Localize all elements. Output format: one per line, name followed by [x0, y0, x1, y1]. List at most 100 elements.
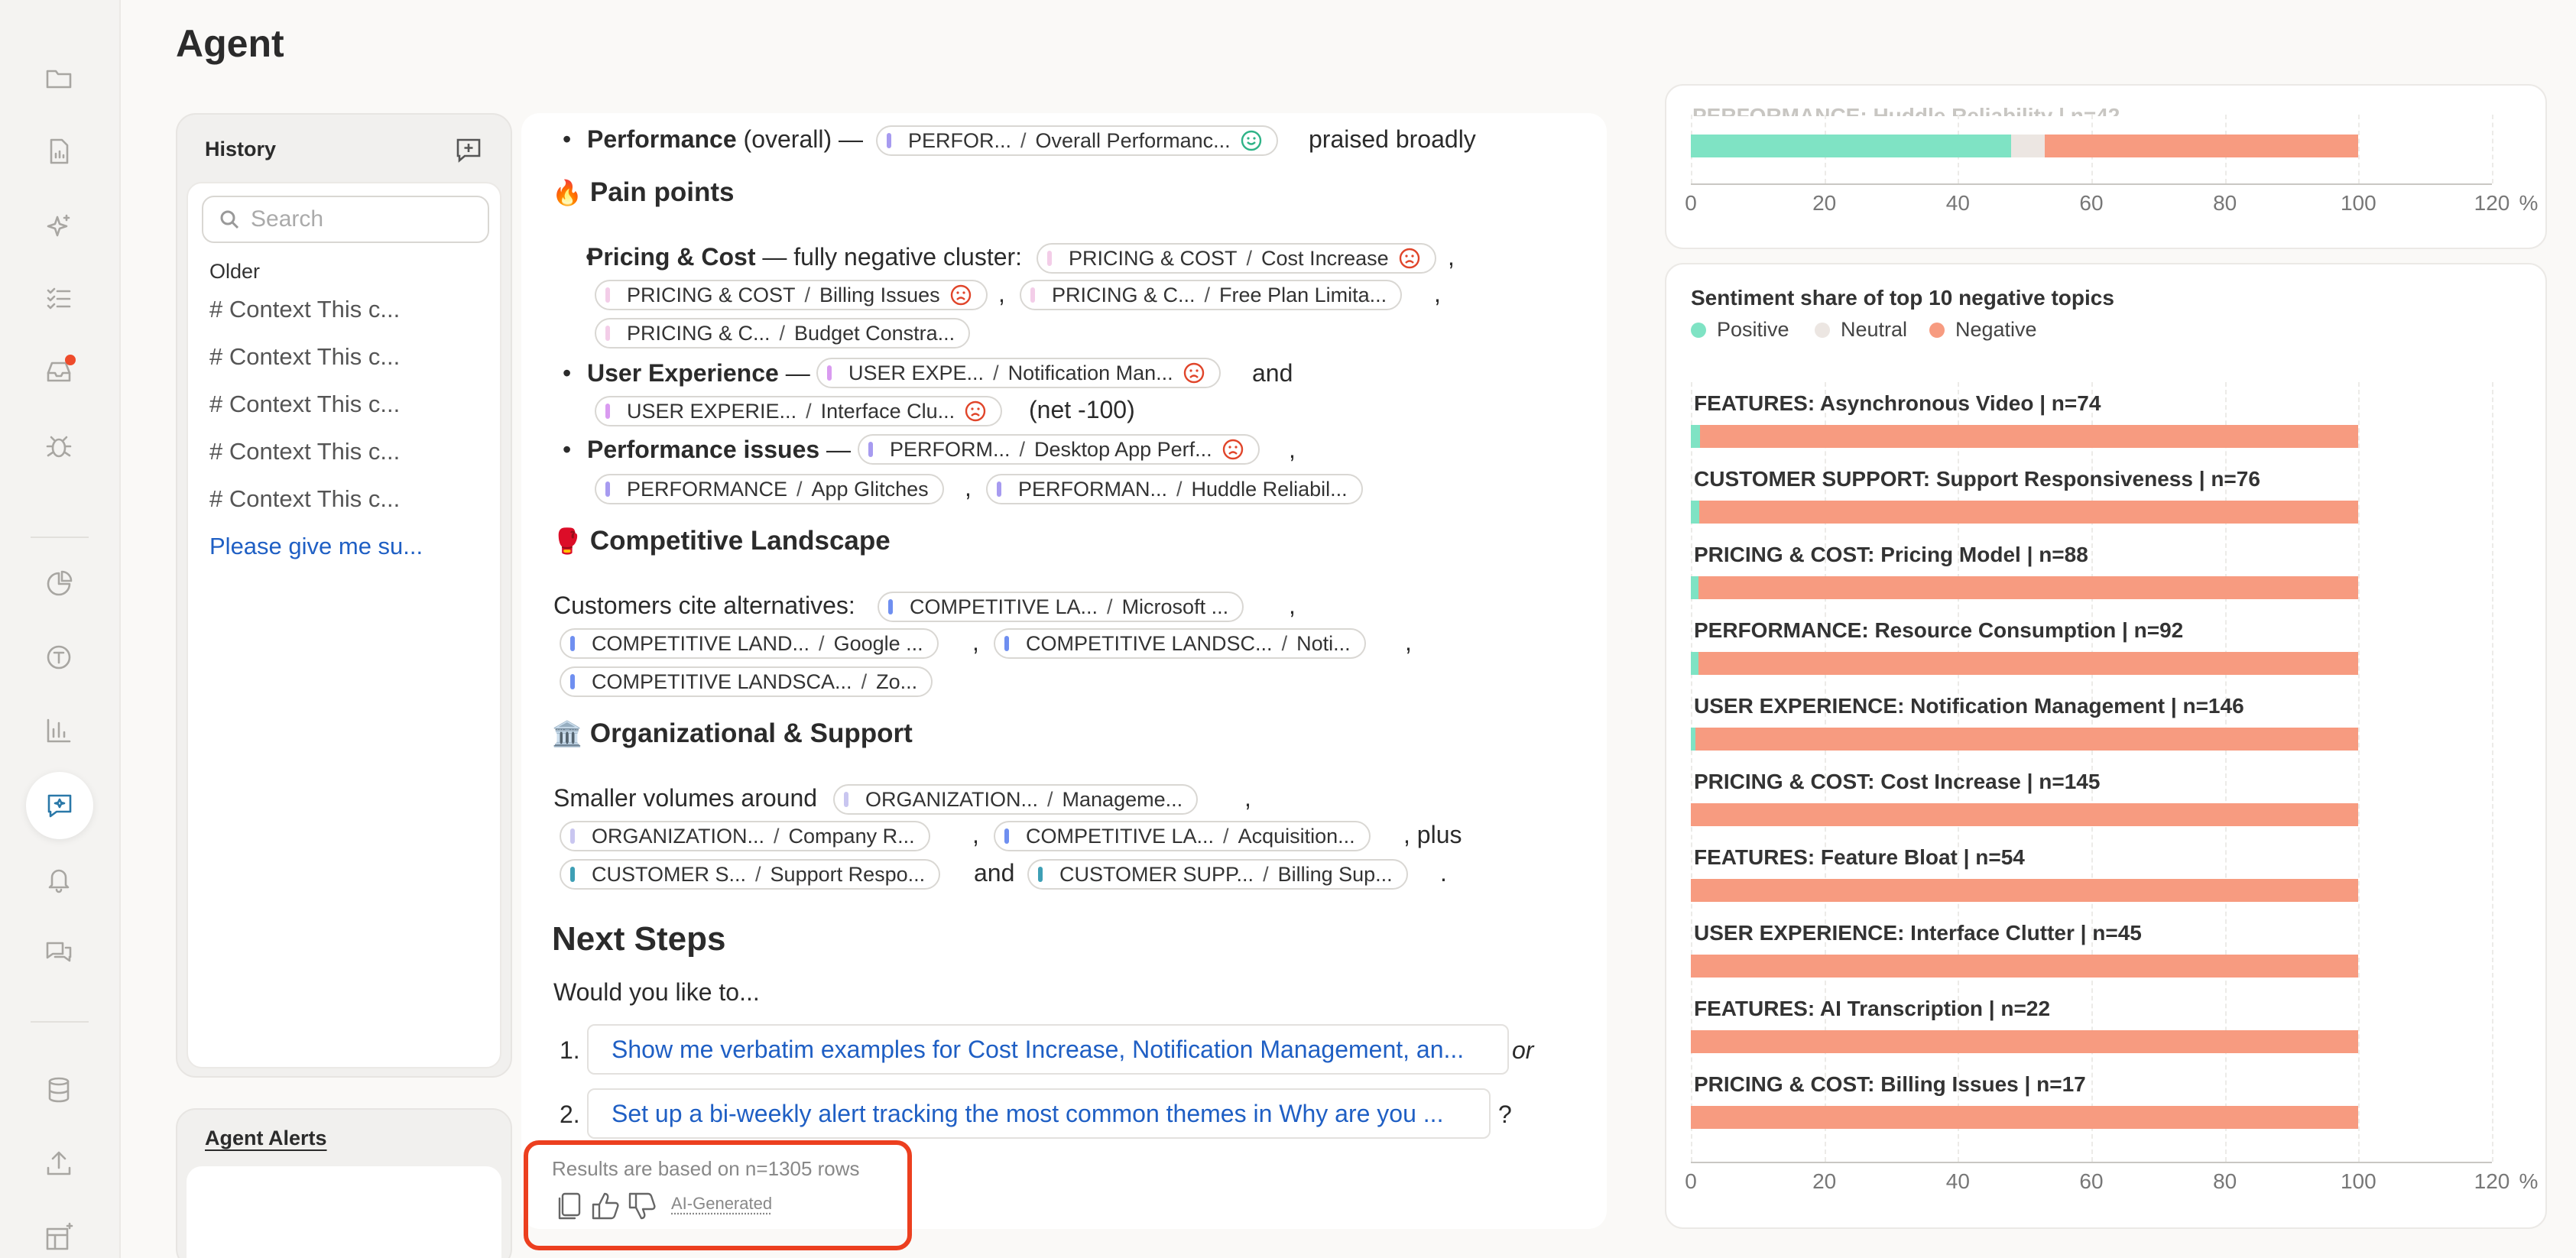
comma: ,: [998, 280, 1005, 307]
history-item[interactable]: # Context This c...: [209, 428, 492, 475]
legend-negative[interactable]: Negative: [1929, 318, 2037, 342]
chat-bubbles-icon[interactable]: [37, 931, 80, 974]
category-color-bar: [887, 133, 891, 148]
inbox-icon[interactable]: [37, 350, 80, 393]
topic-chip[interactable]: PRICING & COST / Cost Increase: [1037, 243, 1436, 274]
bell-icon[interactable]: [37, 858, 80, 900]
category-color-bar: [1004, 828, 1009, 844]
topic-chip[interactable]: COMPETITIVE LAND... / Google ...: [560, 628, 939, 659]
agent-alerts-list: [187, 1166, 501, 1258]
chip-separator: /: [774, 824, 780, 848]
document-chart-icon[interactable]: [37, 130, 80, 173]
chip-topic: App Glitches: [811, 477, 929, 501]
comma: ,: [1289, 436, 1296, 463]
bar-segment-negative: [1691, 1030, 2359, 1053]
new-chat-button[interactable]: [449, 131, 488, 170]
x-tick-label: 40: [1945, 191, 1970, 215]
agent-alerts-title[interactable]: Agent Alerts: [205, 1127, 327, 1150]
topic-chip[interactable]: PERFORM... / Desktop App Perf...: [858, 434, 1260, 465]
history-item-link[interactable]: Please give me su...: [209, 523, 492, 570]
new-chat-icon: [456, 138, 481, 163]
history-list-panel: Older # Context This c... # Context This…: [187, 182, 501, 1068]
legend-neutral[interactable]: Neutral: [1815, 318, 1907, 342]
history-item[interactable]: # Context This c...: [209, 286, 492, 333]
chip-category: COMPETITIVE LAND...: [592, 631, 810, 655]
bar-category-label: USER EXPERIENCE: Notification Management…: [1694, 694, 2244, 718]
comma: ,: [1289, 592, 1296, 619]
thumbs-up-icon: [592, 1192, 619, 1220]
chip-topic: Billing Issues: [819, 283, 940, 306]
topic-chip[interactable]: COMPETITIVE LANDSC... / Noti...: [994, 628, 1366, 659]
comma: ,: [1448, 243, 1455, 271]
chip-category: USER EXPERIE...: [627, 399, 797, 423]
history-item[interactable]: # Context This c...: [209, 475, 492, 523]
perf-overall-line: Performance (overall) —: [587, 125, 863, 154]
chip-separator: /: [1107, 595, 1113, 618]
bar-segment-negative: [1691, 803, 2359, 826]
x-tick-label: 40: [1945, 1169, 1970, 1193]
category-color-bar: [605, 481, 610, 497]
chip-category: CUSTOMER S...: [592, 862, 747, 886]
history-search[interactable]: [202, 196, 489, 243]
x-axis-unit: %: [2519, 1169, 2539, 1193]
topic-chip[interactable]: CUSTOMER S... / Support Respo...: [560, 859, 941, 890]
org-heading: 🏛️ Organizational & Support: [552, 718, 913, 749]
topic-chip[interactable]: PERFOR... / Overall Performanc...: [876, 125, 1278, 156]
search-input[interactable]: [251, 206, 480, 232]
bar-category-label: PRICING & COST: Cost Increase | n=145: [1694, 770, 2101, 793]
legend-negative-label: Negative: [1955, 318, 2037, 341]
topic-chip[interactable]: PRICING & C... / Free Plan Limita...: [1020, 280, 1403, 310]
folder-icon[interactable]: [37, 57, 80, 99]
thumbs-up-button[interactable]: [589, 1189, 622, 1223]
topic-chip[interactable]: PERFORMAN... / Huddle Reliabil...: [986, 474, 1363, 504]
icon-rail: [0, 0, 121, 1258]
chip-separator: /: [779, 321, 786, 345]
category-color-bar: [868, 442, 873, 457]
chip-category: PERFORM...: [890, 437, 1011, 461]
thumbs-down-button[interactable]: [625, 1189, 659, 1223]
topic-icon[interactable]: [37, 636, 80, 679]
category-color-bar: [844, 792, 848, 807]
topic-chip[interactable]: CUSTOMER SUPP... / Billing Sup...: [1027, 859, 1408, 890]
history-item[interactable]: # Context This c...: [209, 333, 492, 381]
sparkles-icon[interactable]: [37, 205, 80, 248]
topic-chip[interactable]: COMPETITIVE LA... / Microsoft ...: [878, 592, 1244, 622]
suggestion-button[interactable]: Show me verbatim examples for Cost Incre…: [587, 1024, 1509, 1075]
chip-category: USER EXPE...: [848, 361, 985, 384]
suggestion-button[interactable]: Set up a bi-weekly alert tracking the mo…: [587, 1088, 1491, 1139]
chip-topic: Overall Performanc...: [1035, 128, 1231, 152]
step-number: 1.: [560, 1036, 580, 1064]
layout-sparkle-icon[interactable]: [37, 1215, 80, 1258]
topic-chip[interactable]: USER EXPE... / Notification Man...: [816, 358, 1221, 388]
topic-chip[interactable]: USER EXPERIE... / Interface Clu...: [595, 396, 1003, 426]
bar-chart-icon[interactable]: [37, 709, 80, 752]
topic-chip[interactable]: PRICING & C... / Budget Constra...: [595, 318, 971, 349]
next-steps-heading: Next Steps: [552, 920, 726, 958]
database-icon[interactable]: [37, 1068, 80, 1111]
search-icon: [220, 210, 239, 229]
chip-category: PRICING & C...: [1052, 283, 1196, 306]
topic-chip[interactable]: COMPETITIVE LA... / Acquisition...: [994, 821, 1371, 851]
pricing-rest: — fully negative cluster:: [762, 243, 1023, 271]
history-panel: History Older # Context This c... # Cont…: [176, 113, 512, 1078]
chip-topic: Free Plan Limita...: [1219, 283, 1387, 306]
topic-chip[interactable]: ORGANIZATION... / Manageme...: [833, 784, 1199, 815]
agent-chat-icon[interactable]: [26, 772, 93, 839]
chip-separator: /: [1047, 787, 1053, 811]
legend-positive[interactable]: Positive: [1691, 318, 1789, 342]
topic-chip[interactable]: PERFORMANCE / App Glitches: [595, 474, 944, 504]
copy-button[interactable]: [552, 1189, 586, 1223]
chip-category: ORGANIZATION...: [865, 787, 1039, 811]
chip-category: CUSTOMER SUPP...: [1059, 862, 1254, 886]
upload-icon[interactable]: [37, 1142, 80, 1185]
bar-category-label: PRICING & COST: Billing Issues | n=17: [1694, 1072, 2086, 1096]
topic-chip[interactable]: PRICING & COST / Billing Issues: [595, 280, 988, 310]
topic-chip[interactable]: COMPETITIVE LANDSCA... / Zo...: [560, 666, 933, 697]
bug-icon[interactable]: [37, 425, 80, 468]
x-tick-label: 120: [2474, 191, 2510, 215]
ai-generated-label[interactable]: AI-Generated: [671, 1194, 772, 1214]
history-item[interactable]: # Context This c...: [209, 381, 492, 428]
pie-chart-icon[interactable]: [37, 563, 80, 605]
topic-chip[interactable]: ORGANIZATION... / Company R...: [560, 821, 930, 851]
checklist-icon[interactable]: [37, 277, 80, 319]
